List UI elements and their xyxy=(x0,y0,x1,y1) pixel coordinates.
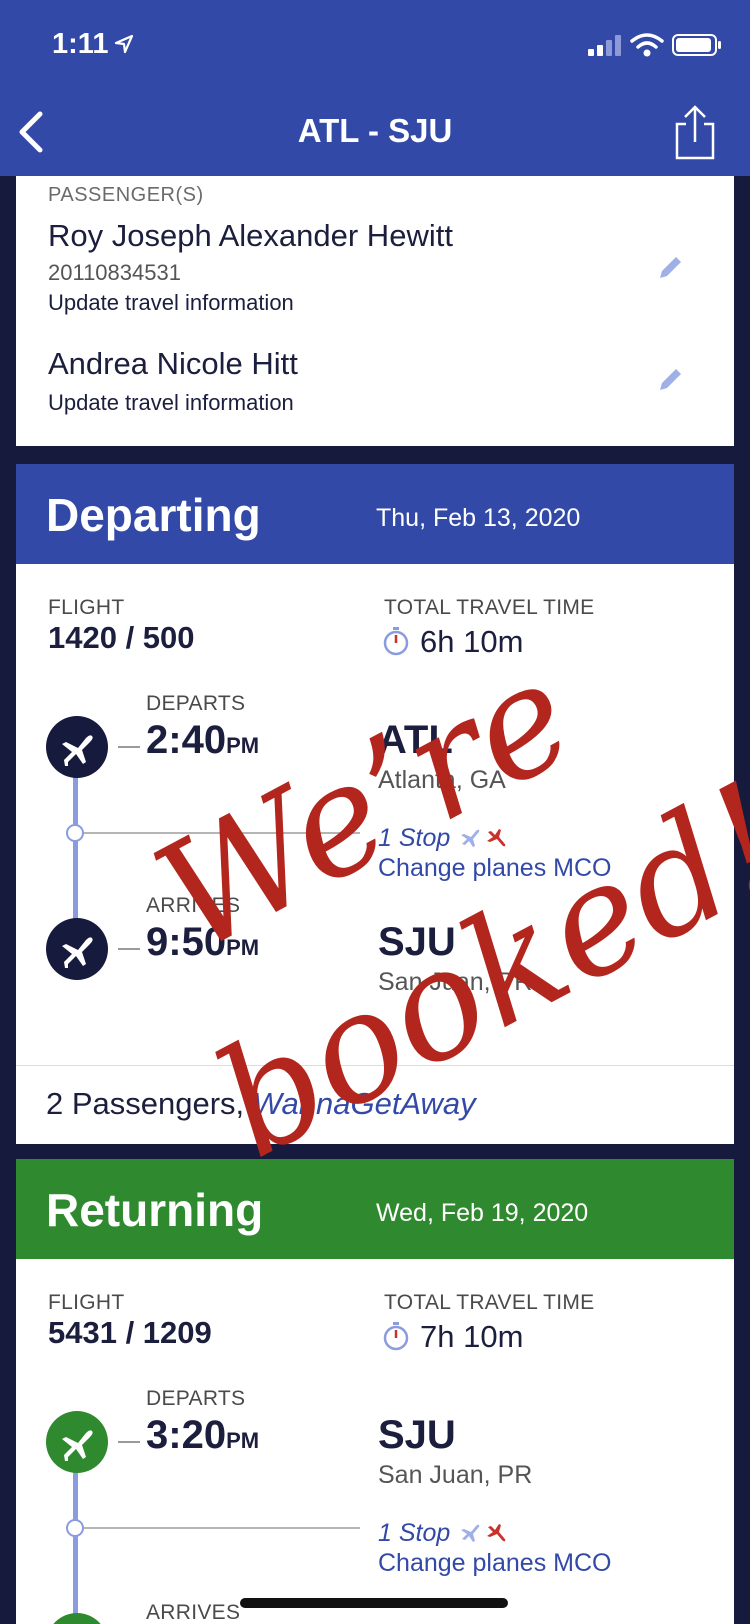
connector-dash xyxy=(118,948,140,950)
cellular-signal-icon xyxy=(588,35,621,56)
departing-date: Thu, Feb 13, 2020 xyxy=(376,504,581,532)
passenger-name: Andrea Nicole Hitt xyxy=(48,346,298,381)
total-travel-time: 6h 10m xyxy=(420,624,524,659)
battery-icon xyxy=(672,34,721,56)
change-planes-link[interactable]: Change planes MCO xyxy=(378,854,611,883)
returning-header: Returning Wed, Feb 19, 2020 xyxy=(16,1159,734,1259)
passenger-fare-summary: 2 Passengers, WannaGetAway xyxy=(46,1086,476,1121)
arrives-label: ARRIVES xyxy=(146,1601,241,1624)
total-travel-time-label: TOTAL TRAVEL TIME xyxy=(384,596,595,619)
status-time: 1:11 xyxy=(52,28,109,60)
update-travel-info-link[interactable]: Update travel information xyxy=(48,390,294,416)
wifi-icon xyxy=(630,33,664,57)
departing-flight-card: FLIGHT 1420 / 500 TOTAL TRAVEL TIME 6h 1… xyxy=(16,564,734,1144)
arrival-plane-icon xyxy=(46,1613,108,1624)
passengers-card: PASSENGER(S) Roy Joseph Alexander Hewitt… xyxy=(16,176,734,446)
origin-city: Atlanta, GA xyxy=(378,766,506,794)
passenger-rapid-rewards-number: 20110834531 xyxy=(48,260,181,285)
edit-pencil-icon[interactable] xyxy=(656,252,686,282)
returning-flight-card: FLIGHT 5431 / 1209 TOTAL TRAVEL TIME 7h … xyxy=(16,1259,734,1624)
returning-title: Returning xyxy=(46,1184,264,1236)
stops-count: 1 Stop xyxy=(378,1519,451,1547)
stop-planes-icon xyxy=(461,1524,506,1542)
change-planes-link[interactable]: Change planes MCO xyxy=(378,1549,611,1578)
page-title: ATL - SJU xyxy=(297,112,453,149)
arrival-time: 9:50PM xyxy=(146,920,260,964)
departs-label: DEPARTS xyxy=(146,692,246,715)
flight-number: 5431 / 1209 xyxy=(48,1315,212,1350)
connector-dash xyxy=(118,746,140,748)
flight-number: 1420 / 500 xyxy=(48,620,195,655)
stop-marker xyxy=(66,824,84,842)
stopwatch-icon xyxy=(383,1322,409,1351)
departs-label: DEPARTS xyxy=(146,1387,246,1410)
stop-line xyxy=(84,1527,360,1529)
update-travel-info-link[interactable]: Update travel information xyxy=(48,290,294,316)
departing-header: Departing Thu, Feb 13, 2020 xyxy=(16,464,734,564)
app-header: 1:11 ATL - SJU xyxy=(0,0,750,176)
location-arrow-icon xyxy=(114,34,134,54)
departure-plane-icon xyxy=(46,1411,108,1473)
total-travel-time: 7h 10m xyxy=(420,1319,524,1354)
edit-pencil-icon[interactable] xyxy=(656,364,686,394)
destination-city: San Juan, PR xyxy=(378,968,533,996)
stopwatch-icon xyxy=(383,627,409,656)
origin-airport-code: SJU xyxy=(378,1413,456,1457)
destination-airport-code: SJU xyxy=(378,920,456,964)
stop-planes-icon xyxy=(461,829,506,847)
departure-time: 2:40PM xyxy=(146,718,260,762)
passenger-name: Roy Joseph Alexander Hewitt xyxy=(48,218,453,253)
departure-time: 3:20PM xyxy=(146,1413,260,1457)
passengers-label: PASSENGER(S) xyxy=(48,184,204,206)
total-travel-time-label: TOTAL TRAVEL TIME xyxy=(384,1291,595,1314)
origin-city: San Juan, PR xyxy=(378,1461,533,1489)
departing-title: Departing xyxy=(46,489,261,541)
connector-dash xyxy=(118,1441,140,1443)
stop-marker xyxy=(66,1519,84,1537)
share-icon[interactable] xyxy=(674,104,716,160)
returning-date: Wed, Feb 19, 2020 xyxy=(376,1199,589,1227)
departure-plane-icon xyxy=(46,716,108,778)
home-indicator[interactable] xyxy=(240,1598,508,1608)
stop-line xyxy=(84,832,360,834)
divider xyxy=(16,1065,734,1066)
stops-count: 1 Stop xyxy=(378,824,451,852)
flight-label: FLIGHT xyxy=(48,1291,125,1314)
arrives-label: ARRIVES xyxy=(146,894,241,917)
origin-airport-code: ATL xyxy=(378,718,453,762)
flight-label: FLIGHT xyxy=(48,596,125,619)
arrival-plane-icon xyxy=(46,918,108,980)
